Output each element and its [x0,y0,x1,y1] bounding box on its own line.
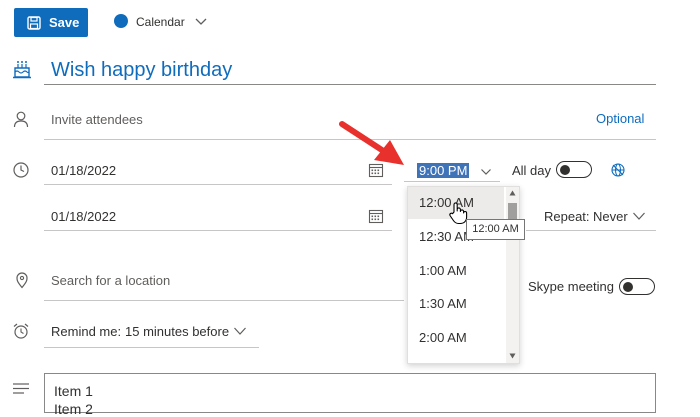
skype-meeting-label: Skype meeting [528,279,614,294]
red-arrow-icon [339,121,404,165]
chevron-down-icon [481,169,491,175]
start-time-value: 9:00 PM [417,163,470,178]
end-date-underline [44,230,392,231]
calendar-color-dot [114,14,128,28]
birthday-cake-icon [13,61,31,79]
time-zone-globe-icon[interactable] [610,162,626,178]
clock-icon [13,162,29,178]
time-option-130am[interactable]: 1:30 AM [408,288,504,320]
save-label: Save [49,15,80,30]
start-date-underline [44,184,392,185]
toggle-knob [560,164,570,175]
reminder-underline [44,347,259,348]
start-time-select[interactable]: 9:00 PM [404,160,500,182]
text-lines-icon [13,383,29,394]
repeat-label: Repeat: [544,209,590,224]
location-search-input[interactable]: Search for a location [51,273,170,288]
notes-line-1: Item 1 [54,383,93,399]
invite-attendees-input[interactable]: Invite attendees [51,112,143,127]
scroll-down-arrow-icon[interactable] [509,353,516,359]
notes-line-2: Item 2 [54,401,93,417]
calendar-selector[interactable]: Calendar [136,15,185,29]
time-option-200am[interactable]: 2:00 AM [408,322,504,354]
chevron-down-icon[interactable] [233,325,247,337]
dropdown-scrollbar[interactable] [506,187,519,363]
remind-me-label: Remind me: [51,324,122,339]
scroll-up-arrow-icon[interactable] [509,190,516,196]
title-underline [44,84,656,85]
chevron-down-icon[interactable] [632,210,646,222]
repeat-select[interactable]: Never [593,209,628,224]
optional-attendees-link[interactable]: Optional [596,111,644,126]
end-date-input[interactable]: 01/18/2022 [51,209,116,224]
event-title-input[interactable]: Wish happy birthday [51,59,232,82]
alarm-clock-icon [13,323,29,339]
repeat-underline [526,230,656,231]
toggle-knob [623,281,633,292]
save-disk-icon [27,15,41,30]
all-day-label: All day [512,163,552,178]
location-underline [44,300,404,301]
chevron-down-icon[interactable] [194,14,208,28]
start-date-input[interactable]: 01/18/2022 [51,163,116,178]
all-day-toggle[interactable] [556,161,592,178]
person-icon [13,111,29,128]
hand-cursor-icon [449,202,468,225]
event-notes-editor[interactable]: Item 1 Item 2 [44,373,656,417]
calendar-picker-icon[interactable] [368,208,384,224]
save-button[interactable]: Save [14,8,88,37]
location-pin-icon [16,272,28,289]
time-option-100am[interactable]: 1:00 AM [408,255,504,287]
skype-meeting-toggle[interactable] [619,278,655,295]
reminder-select[interactable]: 15 minutes before [125,324,229,339]
time-option-tooltip: 12:00 AM [466,219,525,240]
